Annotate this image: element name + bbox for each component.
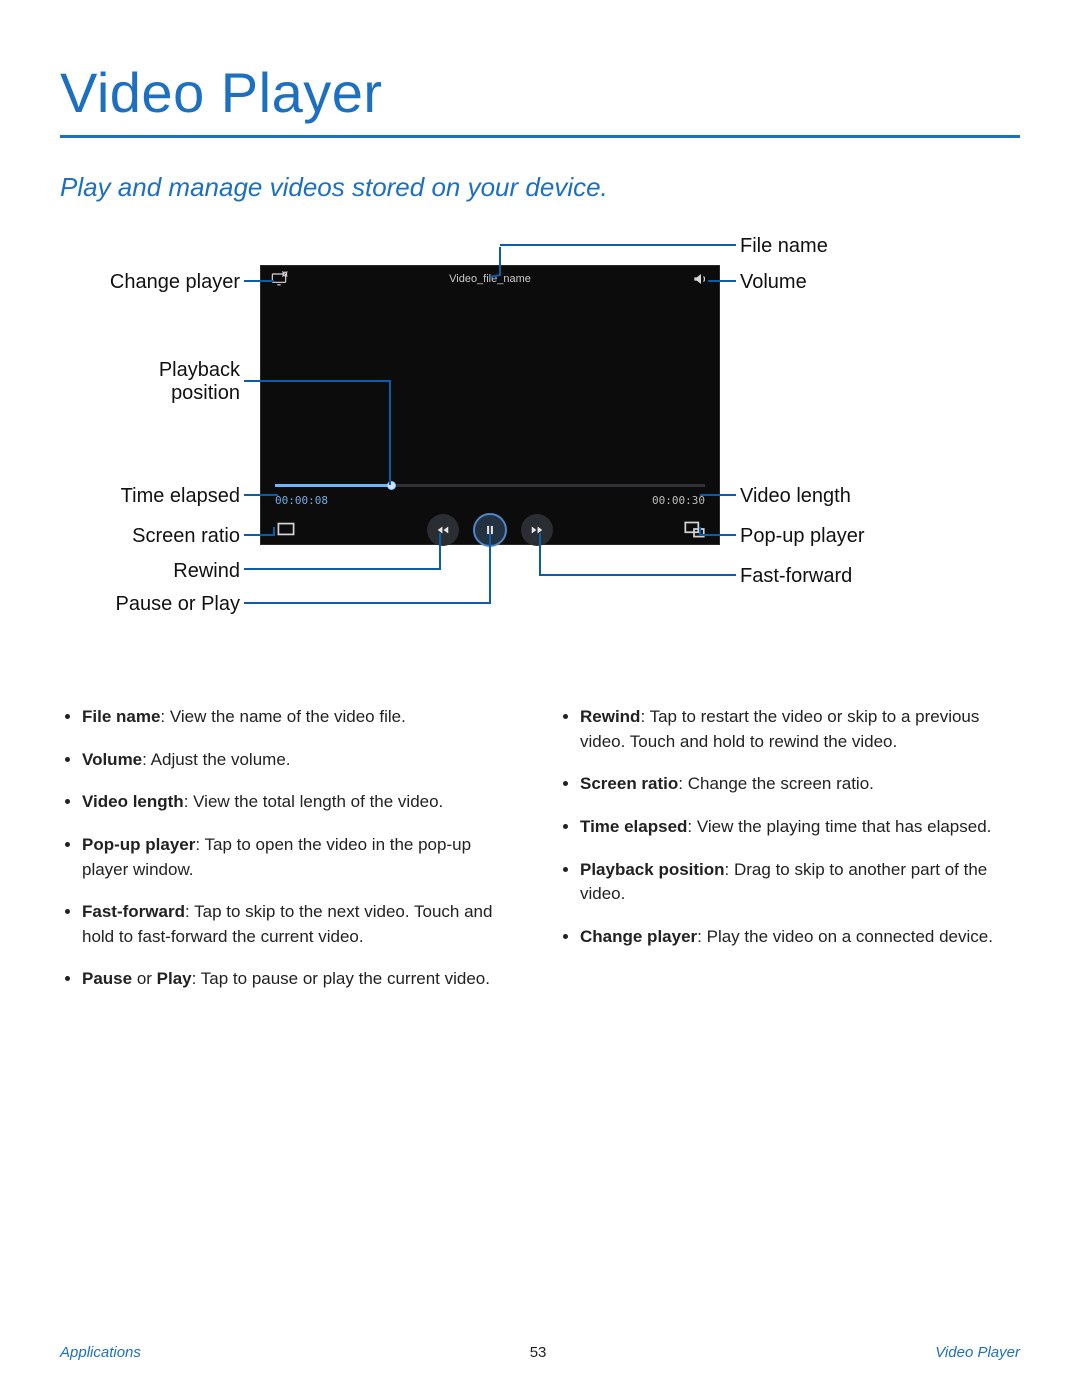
description-item: Volume: Adjust the volume. [82, 748, 522, 773]
rewind-button[interactable] [427, 514, 459, 546]
callout-time-elapsed: Time elapsed [60, 485, 240, 508]
callout-fast-forward: Fast-forward [740, 565, 852, 588]
footer-topic: Video Player [935, 1344, 1020, 1361]
volume-icon[interactable] [691, 269, 711, 289]
description-list-left: File name: View the name of the video fi… [60, 705, 522, 1010]
description-item: Pop-up player: Tap to open the video in … [82, 833, 522, 882]
play-pause-button[interactable] [473, 513, 507, 547]
page-footer: Applications 53 Video Player [60, 1344, 1020, 1361]
description-item: Video length: View the total length of t… [82, 790, 522, 815]
callout-playback-position: Playback position [60, 359, 240, 405]
description-item: Change player: Play the video on a conne… [580, 925, 1020, 950]
video-player-frame: Video_file_name 00:00:08 00:00:30 [260, 265, 720, 545]
description-list-right: Rewind: Tap to restart the video or skip… [558, 705, 1020, 1010]
description-item: Rewind: Tap to restart the video or skip… [580, 705, 1020, 754]
description-item: Fast-forward: Tap to skip to the next vi… [82, 900, 522, 949]
callout-screen-ratio: Screen ratio [60, 525, 240, 548]
callout-video-length: Video length [740, 485, 851, 508]
page-subtitle: Play and manage videos stored on your de… [60, 172, 1020, 203]
footer-section: Applications [60, 1344, 141, 1361]
title-rule [60, 135, 1020, 138]
description-item: Pause or Play: Tap to pause or play the … [82, 967, 522, 992]
callout-volume: Volume [740, 271, 807, 294]
page-title: Video Player [60, 60, 1020, 125]
callout-popup-player: Pop-up player [740, 525, 865, 548]
seek-bar[interactable] [275, 484, 705, 487]
player-file-title: Video_file_name [297, 273, 683, 285]
seek-fill [275, 484, 391, 487]
transport-controls [261, 514, 719, 546]
callout-change-player: Change player [60, 271, 240, 294]
description-item: Screen ratio: Change the screen ratio. [580, 772, 1020, 797]
description-item: File name: View the name of the video fi… [82, 705, 522, 730]
player-diagram: File name Volume Video length Pop-up pla… [60, 235, 1020, 625]
footer-page-number: 53 [530, 1344, 547, 1361]
callout-pause-or-play: Pause or Play [60, 593, 240, 616]
description-item: Playback position: Drag to skip to anoth… [580, 858, 1020, 907]
fast-forward-button[interactable] [521, 514, 553, 546]
time-total-text: 00:00:30 [652, 494, 705, 507]
change-player-icon[interactable] [269, 269, 289, 289]
description-columns: File name: View the name of the video fi… [60, 705, 1020, 1010]
seek-thumb[interactable] [387, 481, 396, 490]
callout-file-name: File name [740, 235, 828, 258]
callout-rewind: Rewind [60, 560, 240, 583]
time-elapsed-text: 00:00:08 [275, 494, 328, 507]
description-item: Time elapsed: View the playing time that… [580, 815, 1020, 840]
player-topbar: Video_file_name [261, 266, 719, 292]
